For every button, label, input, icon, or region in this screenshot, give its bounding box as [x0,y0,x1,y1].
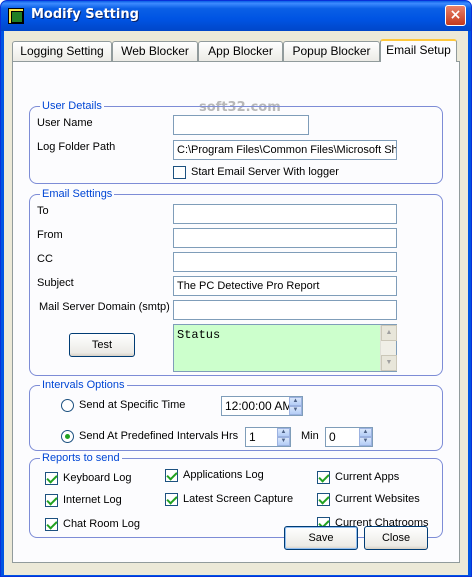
title-bar[interactable]: Modify Setting × [1,1,471,31]
intervals-legend: Intervals Options [42,379,125,391]
hrs-label: Hrs [221,430,239,442]
save-button[interactable]: Save [284,526,358,550]
user-name-input[interactable] [173,115,309,135]
window-title: Modify Setting [31,7,139,22]
email-setup-panel: soft32.com User Details User Name Log Fo… [12,61,460,563]
status-textarea[interactable]: Status ▲ ▼ [173,324,397,372]
user-name-label: User Name [37,117,93,129]
subject-input[interactable]: The PC Detective Pro Report [173,276,397,296]
from-label: From [37,229,63,241]
current-websites-label[interactable]: Current Websites [335,493,420,505]
min-label: Min [301,430,319,442]
current-websites-checkbox[interactable] [317,493,330,506]
dialog-body: Logging Setting Web Blocker App Blocker … [4,31,468,575]
spin-down-icon[interactable]: ▼ [359,437,372,446]
send-predefined-label[interactable]: Send At Predefined Intervals [79,430,218,442]
smtp-label: Mail Server Domain (smtp) [39,301,170,313]
tab-web-blocker[interactable]: Web Blocker [112,41,198,61]
from-input[interactable] [173,228,397,248]
hrs-spinner[interactable]: ▲ ▼ [277,428,290,446]
send-specific-time-label[interactable]: Send at Specific Time [79,399,185,411]
min-stepper[interactable]: 0 ▲ ▼ [325,427,373,447]
app-icon [8,8,24,24]
spin-down-icon[interactable]: ▼ [289,406,302,415]
min-spinner[interactable]: ▲ ▼ [359,428,372,446]
send-specific-time-radio[interactable] [61,399,74,412]
hrs-value: 1 [249,430,256,444]
spin-up-icon[interactable]: ▲ [289,397,302,406]
tab-strip: Logging Setting Web Blocker App Blocker … [12,39,462,62]
scroll-down-icon[interactable]: ▼ [381,355,397,371]
reports-legend: Reports to send [42,452,120,464]
log-folder-input[interactable]: C:\Program Files\Common Files\Microsoft … [173,140,397,160]
min-value: 0 [329,430,336,444]
internet-log-checkbox[interactable] [45,494,58,507]
applications-log-label[interactable]: Applications Log [183,469,264,481]
close-icon[interactable]: × [445,5,466,26]
start-email-server-checkbox[interactable] [173,166,186,179]
chat-room-log-label[interactable]: Chat Room Log [63,518,140,530]
modify-setting-window: Modify Setting × Logging Setting Web Blo… [0,0,472,577]
smtp-input[interactable] [173,300,397,320]
tab-email-setup[interactable]: Email Setup [380,39,457,62]
subject-label: Subject [37,277,74,289]
status-text: Status [177,328,221,342]
chat-room-log-checkbox[interactable] [45,518,58,531]
cc-label: CC [37,253,53,265]
scroll-up-icon[interactable]: ▲ [381,325,397,341]
spin-down-icon[interactable]: ▼ [277,437,290,446]
time-value: 12:00:00 AM [225,399,293,413]
time-picker[interactable]: 12:00:00 AM ▲ ▼ [221,396,303,416]
tab-popup-blocker[interactable]: Popup Blocker [283,41,380,61]
latest-screen-capture-checkbox[interactable] [165,493,178,506]
status-scrollbar[interactable]: ▲ ▼ [380,325,397,371]
spin-up-icon[interactable]: ▲ [359,428,372,437]
log-folder-label: Log Folder Path [37,141,116,153]
time-spinner[interactable]: ▲ ▼ [289,397,302,415]
current-apps-checkbox[interactable] [317,471,330,484]
tab-logging-setting[interactable]: Logging Setting [12,41,112,61]
applications-log-checkbox[interactable] [165,469,178,482]
user-details-legend: User Details [42,100,102,112]
close-button[interactable]: Close [364,526,428,550]
keyboard-log-checkbox[interactable] [45,472,58,485]
latest-screen-capture-label[interactable]: Latest Screen Capture [183,493,293,505]
current-apps-label[interactable]: Current Apps [335,471,399,483]
to-input[interactable] [173,204,397,224]
send-predefined-radio[interactable] [61,430,74,443]
email-settings-legend: Email Settings [42,188,113,200]
tab-app-blocker[interactable]: App Blocker [198,41,283,61]
test-button[interactable]: Test [69,333,135,357]
cc-input[interactable] [173,252,397,272]
keyboard-log-label[interactable]: Keyboard Log [63,472,132,484]
start-email-server-label[interactable]: Start Email Server With logger [191,166,339,178]
to-label: To [37,205,49,217]
spin-up-icon[interactable]: ▲ [277,428,290,437]
internet-log-label[interactable]: Internet Log [63,494,122,506]
hrs-stepper[interactable]: 1 ▲ ▼ [245,427,291,447]
